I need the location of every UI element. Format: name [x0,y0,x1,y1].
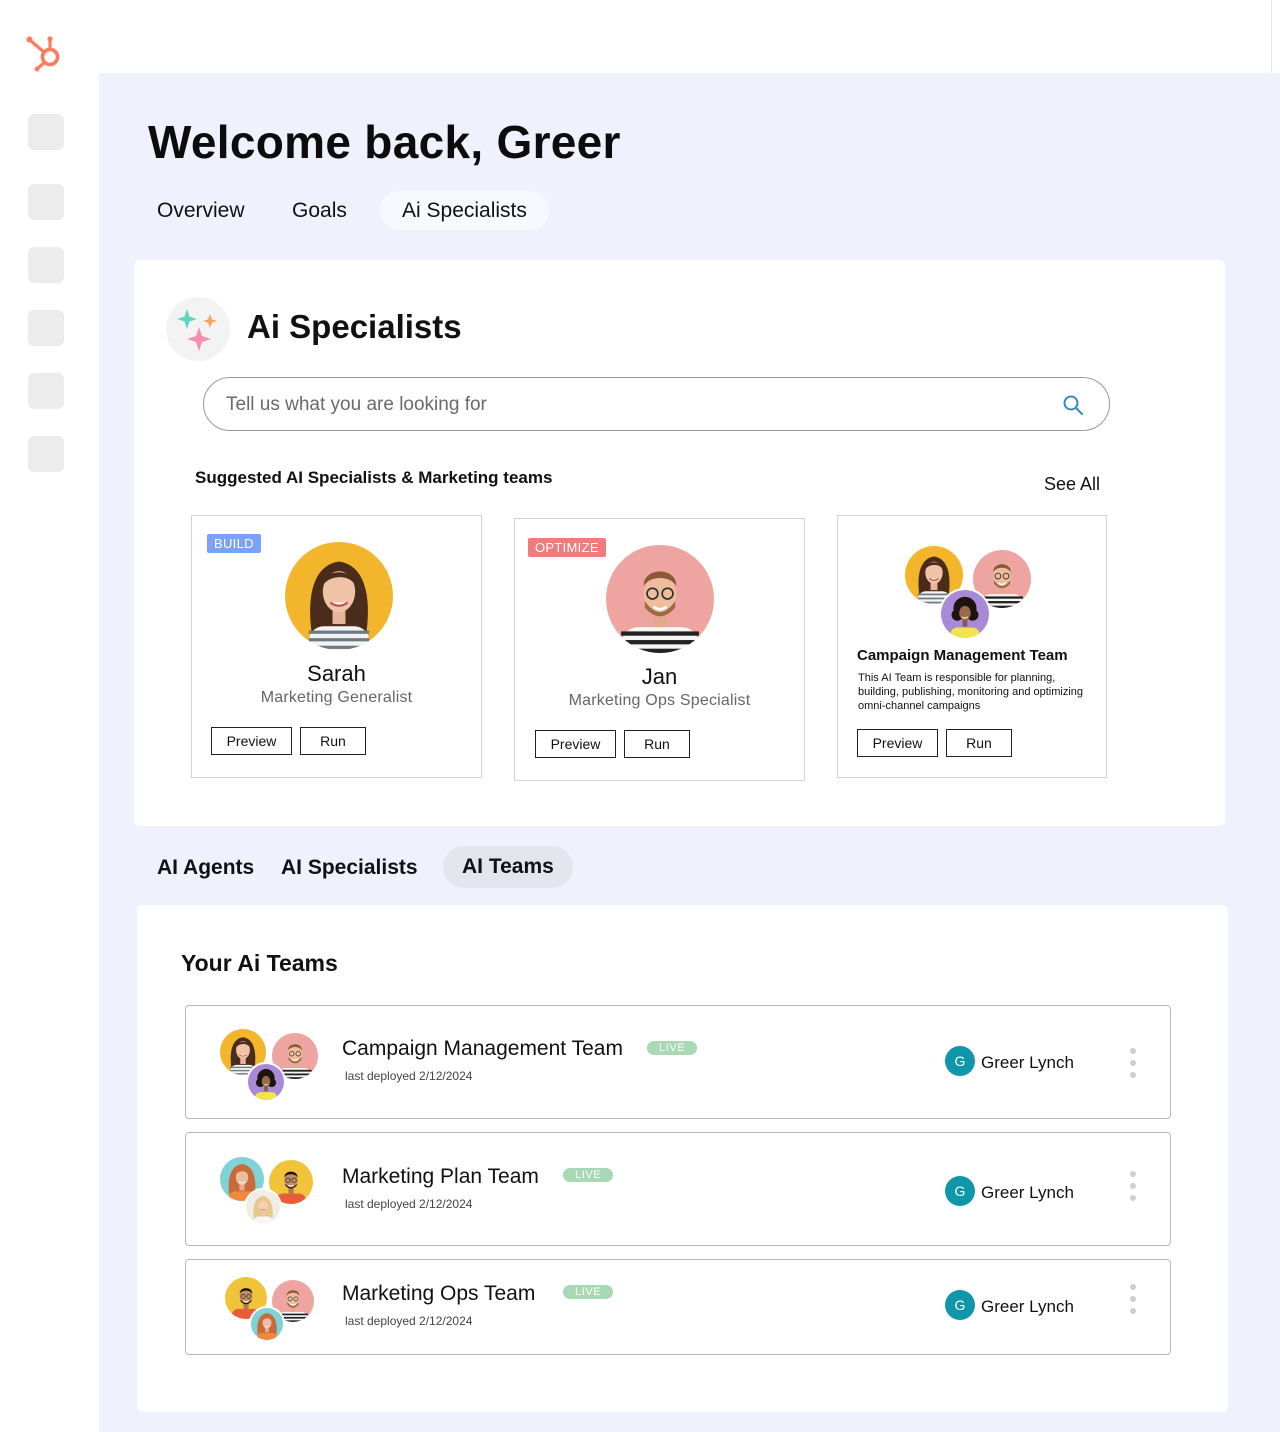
sidebar-item-6[interactable] [28,436,64,472]
tab-ai-teams[interactable]: AI Teams [443,846,573,888]
owner-name: Greer Lynch [981,1183,1074,1202]
specialist-role: Marketing Generalist [260,689,413,706]
team-card-campaign-management: Campaign Management Team This AI Team is… [837,515,1107,778]
optimize-badge: OPTIMIZE [528,538,606,557]
build-badge: BUILD [207,534,261,553]
ai-teams-panel: Your Ai Teams Campaign Management Team L… [137,905,1228,1412]
team-card-title: Campaign Management Team [857,647,1068,664]
team-card-description: This AI Team is responsible for planning… [858,672,1084,712]
tab-goals[interactable]: Goals [270,191,369,230]
avatar [249,1306,285,1342]
avatar [939,588,991,640]
last-deployed-date: last deployed 2/12/2024 [345,1069,473,1083]
live-badge: LIVE [563,1168,614,1182]
live-badge: LIVE [647,1041,698,1055]
run-button[interactable]: Run [946,729,1012,757]
tab-ai-agents[interactable]: AI Agents [138,847,273,889]
specialist-name: Sarah [307,661,366,686]
preview-button[interactable]: Preview [211,727,292,755]
top-bar [99,0,1272,73]
last-deployed-date: last deployed 2/12/2024 [345,1314,473,1328]
panel-title: Your Ai Teams [181,950,338,976]
run-button[interactable]: Run [300,727,366,755]
specialist-card-jan: OPTIMIZE Jan Marketing Ops Specialist Pr… [514,518,805,781]
avatar [606,545,714,653]
sidebar-item-1[interactable] [28,114,64,150]
team-row-marketing-ops[interactable]: Marketing Ops Team LIVE last deployed 2/… [185,1259,1171,1355]
specialist-card-sarah: BUILD Sarah Marketing Generalist Preview… [191,515,482,778]
left-sidebar [0,0,99,1432]
ai-specialists-panel: Ai Specialists Suggested AI Specialists … [134,260,1225,826]
search-icon[interactable] [1061,393,1085,417]
team-row-marketing-plan[interactable]: Marketing Plan Team LIVE last deployed 2… [185,1132,1171,1246]
owner-name: Greer Lynch [981,1297,1074,1316]
tab-ai-specialists-secondary[interactable]: AI Specialists [262,847,437,889]
panel-title: Ai Specialists [247,308,462,345]
see-all-link[interactable]: See All [1044,474,1100,495]
specialist-role: Marketing Ops Specialist [568,692,751,709]
main-content: Welcome back, Greer Overview Goals Ai Sp… [99,73,1280,1432]
more-options-icon[interactable] [1127,1171,1139,1207]
avatar [244,1188,282,1226]
suggested-heading: Suggested AI Specialists & Marketing tea… [195,468,553,487]
specialist-name: Jan [641,664,678,689]
sidebar-item-2[interactable] [28,184,64,220]
team-name: Campaign Management Team [342,1037,623,1060]
avatar [246,1062,286,1102]
owner-avatar: G [945,1046,975,1076]
sparkle-icon [166,297,230,361]
preview-button[interactable]: Preview [535,730,616,758]
avatar [285,542,393,650]
owner-avatar: G [945,1290,975,1320]
more-options-icon[interactable] [1127,1048,1139,1084]
team-name: Marketing Plan Team [342,1165,539,1188]
tab-ai-specialists[interactable]: Ai Specialists [380,191,549,230]
run-button[interactable]: Run [624,730,690,758]
sidebar-item-3[interactable] [28,247,64,283]
tab-overview[interactable]: Overview [135,191,267,230]
team-name: Marketing Ops Team [342,1282,536,1305]
search-bar [203,377,1110,431]
owner-avatar: G [945,1176,975,1206]
sidebar-item-5[interactable] [28,373,64,409]
sidebar-item-4[interactable] [28,310,64,346]
more-options-icon[interactable] [1127,1284,1139,1320]
owner-name: Greer Lynch [981,1053,1074,1072]
page-title: Welcome back, Greer [148,116,621,168]
hubspot-logo-icon[interactable] [24,32,66,74]
search-input[interactable] [226,390,1046,420]
team-row-campaign-management[interactable]: Campaign Management Team LIVE last deplo… [185,1005,1171,1119]
preview-button[interactable]: Preview [857,729,938,757]
last-deployed-date: last deployed 2/12/2024 [345,1197,473,1211]
live-badge: LIVE [563,1285,614,1299]
